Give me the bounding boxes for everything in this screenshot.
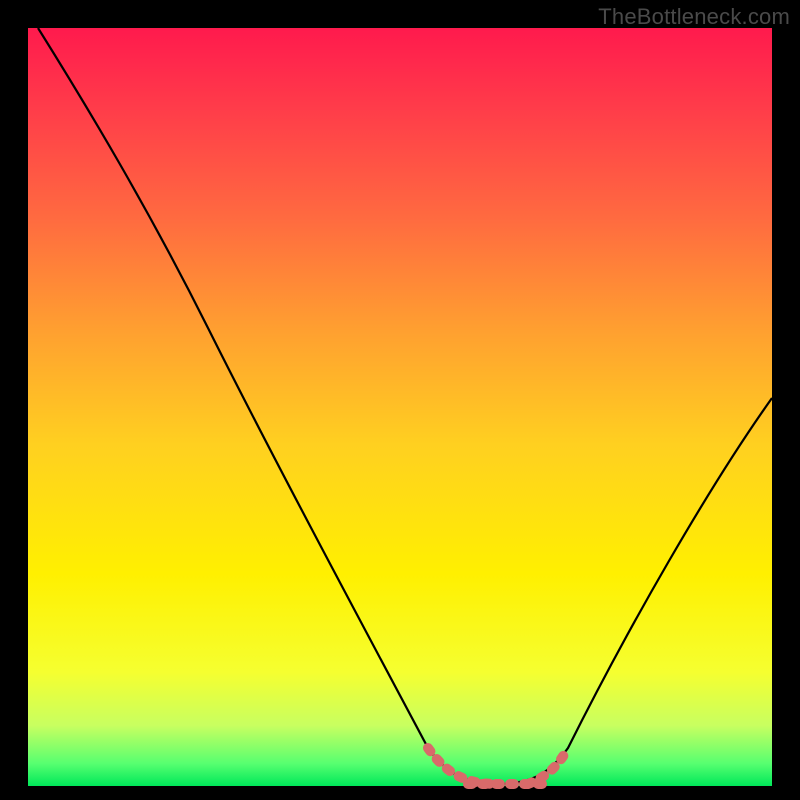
watermark-text: TheBottleneck.com [598,4,790,30]
curve-path [38,28,772,784]
plot-area [28,28,772,786]
bottleneck-curve [28,28,772,786]
chart-frame: TheBottleneck.com [0,0,800,800]
minimum-marker-right [528,748,568,784]
minimum-marker-left [428,748,498,784]
